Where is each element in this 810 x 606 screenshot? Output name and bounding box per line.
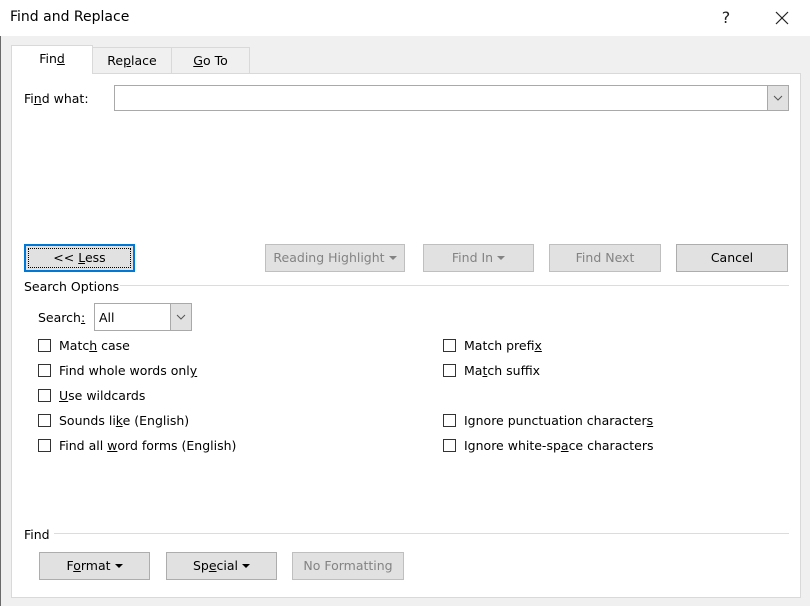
find-in-button[interactable]: Find In [423, 244, 534, 272]
button-label: Cancel [710, 250, 754, 265]
button-label: cial [216, 558, 239, 573]
tab-panel-find [11, 73, 801, 598]
find-all-word-forms-checkbox[interactable]: Find all word forms (English) [38, 438, 236, 453]
search-direction-label: Search: [38, 310, 86, 325]
search-direction-value: All [99, 310, 115, 325]
ignore-punctuation-checkbox[interactable]: Ignore punctuation characters [443, 413, 653, 428]
ignore-white-space-checkbox[interactable]: Ignore white-space characters [443, 438, 653, 453]
search-options-heading: Search Options [24, 279, 120, 294]
search-direction-dropdown-button[interactable] [170, 304, 191, 330]
checkbox-label: Ignore white-space characters [464, 438, 654, 453]
sounds-like-checkbox[interactable]: Sounds like (English) [38, 413, 189, 428]
checkbox-box[interactable] [38, 364, 51, 377]
help-icon: ? [721, 8, 731, 27]
tab-label: Re [107, 53, 124, 68]
caret-down-icon [388, 255, 397, 260]
close-icon [775, 11, 789, 25]
close-button[interactable] [766, 4, 798, 32]
tab-label: Fin [39, 51, 57, 66]
search-direction-select[interactable]: All [94, 303, 192, 331]
tab-label-accel: G [193, 53, 203, 68]
button-label: Find Next [575, 250, 635, 265]
button-label: Sp [192, 558, 209, 573]
checkbox-box[interactable] [38, 439, 51, 452]
tab-label-accel: d [56, 51, 65, 66]
button-label: Find In [451, 250, 494, 265]
find-next-button[interactable]: Find Next [549, 244, 661, 272]
checkbox-label: Match suffix [464, 363, 541, 378]
button-label-accel: o [73, 558, 81, 573]
find-what-label: Find what: [24, 91, 89, 106]
tab-label-accel: p [123, 53, 132, 68]
checkbox-box[interactable] [38, 389, 51, 402]
title-bar: Find and Replace ? [0, 0, 810, 36]
reading-highlight-button[interactable]: Reading Highlight [265, 244, 405, 272]
special-button[interactable]: Special [166, 552, 277, 580]
tab-label: o To [202, 53, 228, 68]
caret-down-icon [497, 255, 506, 260]
checkbox-box[interactable] [443, 439, 456, 452]
find-what-dropdown-button[interactable] [767, 86, 788, 110]
find-whole-words-checkbox[interactable]: Find whole words only [38, 363, 197, 378]
checkbox-box[interactable] [443, 364, 456, 377]
checkbox-box[interactable] [38, 339, 51, 352]
find-what-input[interactable] [114, 85, 789, 111]
tab-label: lace [131, 53, 157, 68]
button-label: Reading Highlight [273, 250, 385, 265]
button-label-accel: e [208, 558, 217, 573]
dialog-title: Find and Replace [10, 9, 130, 25]
button-label: rmat [80, 558, 111, 573]
checkbox-box[interactable] [443, 339, 456, 352]
less-button[interactable]: << Less [24, 244, 135, 272]
format-button[interactable]: Format [39, 552, 150, 580]
tab-go-to[interactable]: Go To [171, 47, 250, 73]
match-prefix-checkbox[interactable]: Match prefix [443, 338, 542, 353]
find-section-separator [54, 533, 789, 534]
no-formatting-button[interactable]: No Formatting [292, 552, 404, 580]
checkbox-box[interactable] [38, 414, 51, 427]
use-wildcards-checkbox[interactable]: Use wildcards [38, 388, 145, 403]
match-suffix-checkbox[interactable]: Match suffix [443, 363, 540, 378]
checkbox-label: Ignore punctuation characters [464, 413, 654, 428]
checkbox-label: Find whole words only [59, 363, 198, 378]
checkbox-label: Use wildcards [59, 388, 146, 403]
chevron-down-icon [773, 95, 783, 101]
checkbox-label: Match prefix [464, 338, 542, 353]
help-button[interactable]: ? [712, 4, 740, 32]
window-edge [0, 36, 1, 606]
cancel-button[interactable]: Cancel [676, 244, 788, 272]
focus-ring [28, 248, 131, 268]
find-section-heading: Find [24, 527, 50, 542]
button-label: No Formatting [303, 558, 393, 573]
caret-down-icon [114, 563, 123, 568]
checkbox-box[interactable] [443, 414, 456, 427]
search-options-separator [120, 285, 789, 286]
tab-replace[interactable]: Replace [92, 47, 172, 73]
tab-find[interactable]: Find [11, 45, 93, 74]
chevron-down-icon [176, 314, 186, 320]
checkbox-label: Sounds like (English) [59, 413, 190, 428]
caret-down-icon [242, 563, 251, 568]
checkbox-label: Match case [59, 338, 130, 353]
checkbox-label: Find all word forms (English) [59, 438, 237, 453]
match-case-checkbox[interactable]: Match case [38, 338, 130, 353]
